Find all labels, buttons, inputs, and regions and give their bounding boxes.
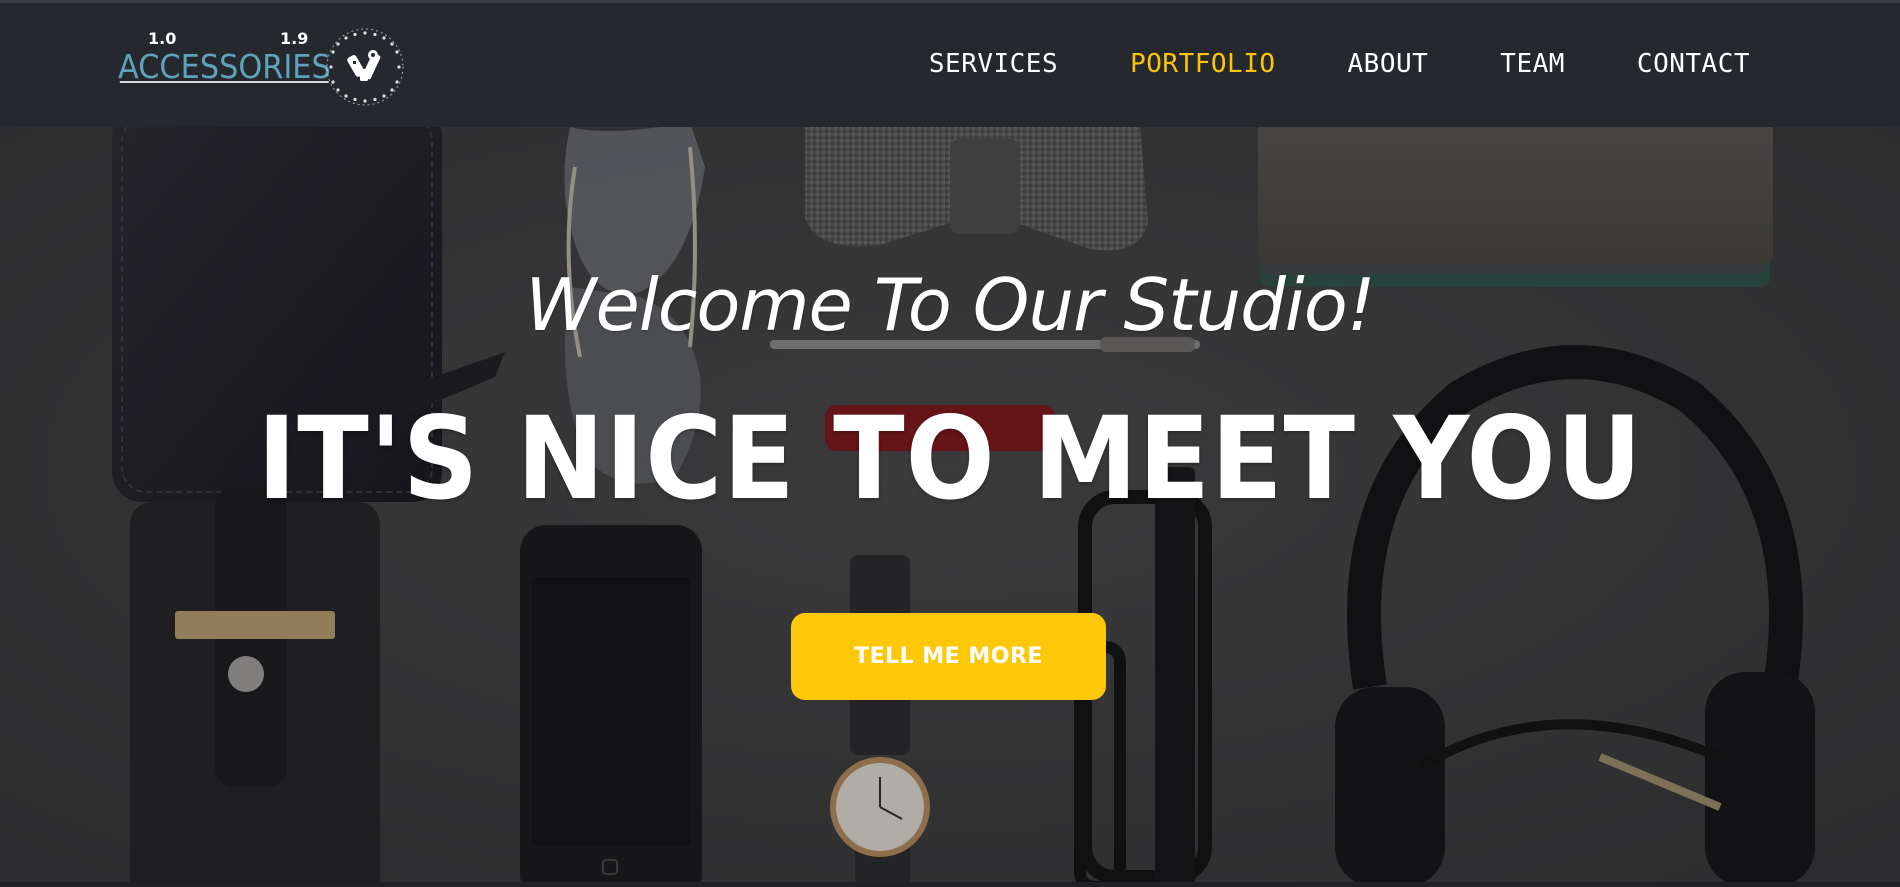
nav-item-services[interactable]: SERVICES	[929, 47, 1058, 81]
page-bottom-border	[0, 882, 1900, 887]
nav-item-about[interactable]: ABOUT	[1348, 47, 1429, 81]
hero-content: Welcome To Our Studio! IT'S NICE TO MEET…	[0, 127, 1900, 885]
navbar: 1.0 1.9 ACCESSORIES SERVICES PORTFOLIO A…	[0, 3, 1900, 127]
tell-me-more-button[interactable]: TELL ME MORE	[791, 613, 1106, 700]
accessories-badge-icon	[326, 28, 404, 106]
nav-item-portfolio[interactable]: PORTFOLIO	[1130, 47, 1275, 81]
brand-deco-right: 1.9	[280, 29, 309, 48]
nav-item-contact[interactable]: CONTACT	[1637, 47, 1750, 81]
hero-heading: IT'S NICE TO MEET YOU	[257, 392, 1643, 525]
nav-item-team[interactable]: TEAM	[1500, 47, 1565, 81]
hero-subheading: Welcome To Our Studio!	[525, 263, 1375, 347]
brand-logo[interactable]: 1.0 1.9 ACCESSORIES	[118, 25, 418, 115]
main-nav: SERVICES PORTFOLIO ABOUT TEAM CONTACT	[929, 47, 1750, 81]
brand-wordmark: ACCESSORIES	[118, 47, 331, 86]
brand-deco-left: 1.0	[148, 29, 177, 48]
hero-section: Welcome To Our Studio! IT'S NICE TO MEET…	[0, 127, 1900, 885]
page: 1.0 1.9 ACCESSORIES SERVICES PORTFOLIO A…	[0, 0, 1900, 887]
